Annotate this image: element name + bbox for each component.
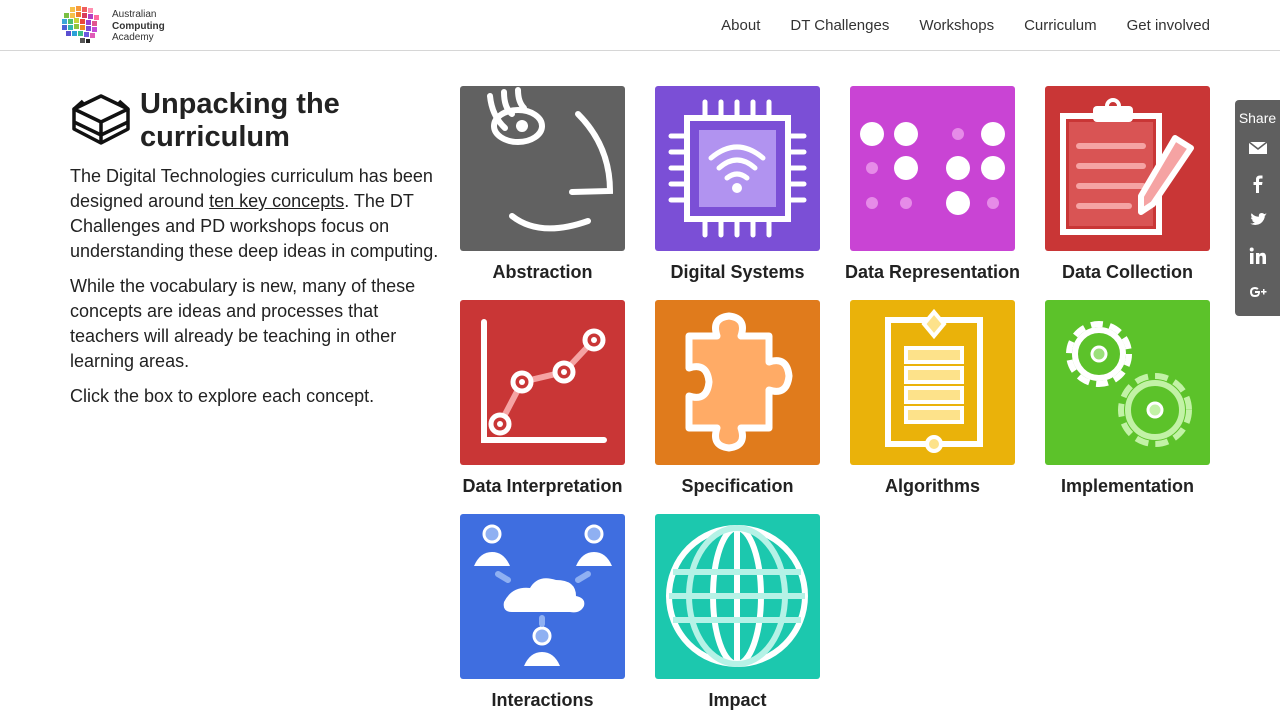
concept-label-implementation[interactable]: Implementation xyxy=(1028,476,1228,497)
concept-tile-abstraction[interactable]: Abstraction xyxy=(460,86,625,283)
data-collection-card[interactable] xyxy=(1045,86,1210,251)
nav-dt-challenges[interactable]: DT Challenges xyxy=(790,17,889,34)
twitter-icon xyxy=(1249,213,1267,225)
concept-tile-impact[interactable]: Impact xyxy=(655,514,820,711)
facebook-icon xyxy=(1253,175,1262,193)
interactions-card[interactable] xyxy=(460,514,625,679)
email-icon xyxy=(1248,141,1267,154)
concept-label-specification[interactable]: Specification xyxy=(638,476,838,497)
flowchart-icon xyxy=(850,300,1015,465)
intro-paragraph-2: While the vocabulary is new, many of the… xyxy=(70,276,416,371)
concept-tile-digital-systems[interactable]: Digital Systems xyxy=(655,86,820,283)
google-plus-share-button[interactable] xyxy=(1235,274,1280,310)
nav-workshops[interactable]: Workshops xyxy=(919,17,994,34)
concept-tile-specification[interactable]: Specification xyxy=(655,300,820,497)
braille-dots-icon xyxy=(850,86,1015,251)
specification-card[interactable] xyxy=(655,300,820,465)
algorithms-card[interactable] xyxy=(850,300,1015,465)
logo-line-3: Academy xyxy=(112,32,154,43)
concept-tile-algorithms[interactable]: Algorithms xyxy=(850,300,1015,497)
logo-text: Australian Computing Academy xyxy=(112,9,165,44)
gears-icon xyxy=(1045,300,1210,465)
implementation-card[interactable] xyxy=(1045,300,1210,465)
intro-paragraph-3: Click the box to explore each concept. xyxy=(70,386,375,406)
globe-icon xyxy=(655,514,820,679)
facebook-share-button[interactable] xyxy=(1235,166,1280,202)
digital-systems-card[interactable] xyxy=(655,86,820,251)
page-title: Unpacking the curriculum xyxy=(140,88,340,153)
share-label: Share xyxy=(1238,110,1277,126)
concept-label-interactions[interactable]: Interactions xyxy=(443,690,643,711)
concept-tile-data-collection[interactable]: Data Collection xyxy=(1045,86,1210,283)
puzzle-piece-icon xyxy=(655,300,820,465)
title-row: Unpacking the curriculum xyxy=(70,88,440,154)
intro-section: Unpacking the curriculum The Digital Tec… xyxy=(70,88,440,409)
concept-label-digital-systems[interactable]: Digital Systems xyxy=(638,262,838,283)
nav-curriculum[interactable]: Curriculum xyxy=(1024,17,1097,34)
concept-label-impact[interactable]: Impact xyxy=(638,690,838,711)
email-share-button[interactable] xyxy=(1235,130,1280,166)
concept-tile-implementation[interactable]: Implementation xyxy=(1045,300,1210,497)
intro-paragraph-1: The Digital Technologies curriculum has … xyxy=(70,164,440,264)
impact-card[interactable] xyxy=(655,514,820,679)
site-header: Australian Computing Academy About DT Ch… xyxy=(0,0,1280,51)
aca-logo[interactable]: Australian Computing Academy xyxy=(60,5,180,47)
ten-key-concepts-link[interactable]: ten key concepts xyxy=(209,191,344,211)
concept-label-abstraction[interactable]: Abstraction xyxy=(443,262,643,283)
concept-label-data-collection[interactable]: Data Collection xyxy=(1028,262,1228,283)
linkedin-icon xyxy=(1249,247,1266,264)
data-representation-card[interactable] xyxy=(850,86,1015,251)
linkedin-share-button[interactable] xyxy=(1235,238,1280,274)
aca-logo-icon xyxy=(62,6,99,43)
concept-tile-data-representation[interactable]: Data Representation xyxy=(845,86,1020,283)
main-nav: About DT Challenges Workshops Curriculum… xyxy=(721,17,1210,34)
concept-tile-data-interpretation[interactable]: Data Interpretation xyxy=(460,300,625,497)
abstraction-face-icon xyxy=(460,86,625,251)
logo-line-1: Australian xyxy=(112,9,157,20)
line-graph-icon xyxy=(460,300,625,465)
open-box-icon xyxy=(72,94,130,145)
concept-label-data-representation[interactable]: Data Representation xyxy=(833,262,1033,283)
twitter-share-button[interactable] xyxy=(1235,202,1280,238)
google-plus-icon xyxy=(1249,287,1266,297)
concept-tile-interactions[interactable]: Interactions xyxy=(460,514,625,711)
people-cloud-icon xyxy=(460,514,625,679)
share-bar: Share xyxy=(1235,100,1280,316)
abstraction-card[interactable] xyxy=(460,86,625,251)
chip-wifi-icon xyxy=(655,86,820,251)
concept-label-data-interpretation[interactable]: Data Interpretation xyxy=(443,476,643,497)
concept-label-algorithms[interactable]: Algorithms xyxy=(833,476,1033,497)
data-interpretation-card[interactable] xyxy=(460,300,625,465)
clipboard-pencil-icon xyxy=(1045,86,1210,251)
nav-about[interactable]: About xyxy=(721,17,760,34)
logo-line-2: Computing xyxy=(112,20,165,32)
nav-get-involved[interactable]: Get involved xyxy=(1127,17,1210,34)
